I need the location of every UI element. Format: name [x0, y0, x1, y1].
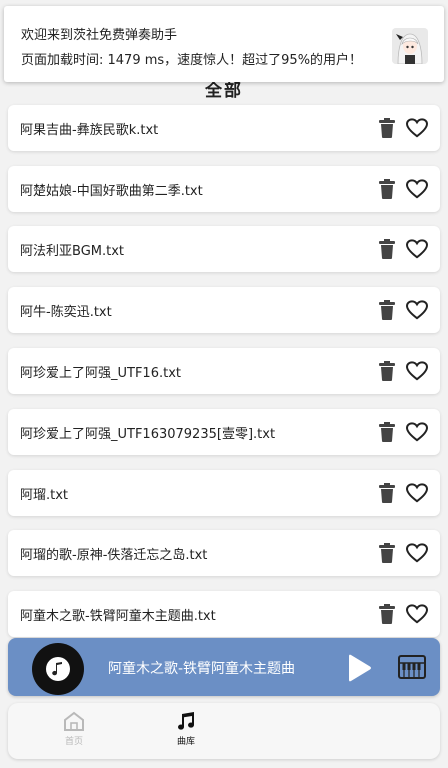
- tab-library[interactable]: 曲库: [156, 711, 216, 747]
- song-item[interactable]: 阿童木之歌-铁臂阿童木主题曲.txt: [8, 591, 440, 637]
- song-title: 阿法利亚BGM.txt: [20, 244, 125, 259]
- song-item[interactable]: 阿珍爱上了阿强_UTF16.txt: [8, 348, 440, 394]
- trash-icon[interactable]: [378, 118, 396, 138]
- music-note-icon: [52, 662, 62, 676]
- song-item[interactable]: 阿瑠.txt: [8, 470, 440, 516]
- tab-home[interactable]: 首页: [44, 711, 104, 747]
- trash-icon[interactable]: [378, 483, 396, 503]
- trash-icon[interactable]: [378, 543, 396, 563]
- trash-icon[interactable]: [378, 604, 396, 624]
- notification-message: 页面加载时间: 1479 ms，速度惊人！超过了95%的用户！: [21, 53, 363, 68]
- heart-icon[interactable]: [406, 543, 428, 563]
- piano-keyboard-icon[interactable]: [398, 655, 426, 679]
- tab-home-label: 首页: [64, 737, 83, 747]
- song-item[interactable]: 阿瑠的歌-原神-佚落迁忘之岛.txt: [8, 530, 440, 576]
- trash-icon[interactable]: [378, 300, 396, 320]
- trash-icon[interactable]: [378, 239, 396, 259]
- song-title: 阿珍爱上了阿强_UTF16.txt: [20, 366, 181, 381]
- heart-icon[interactable]: [406, 361, 428, 381]
- now-playing-title: 阿童木之歌-铁臂阿童木主题曲: [108, 661, 296, 677]
- song-item[interactable]: 阿珍爱上了阿强_UTF163079235[壹零].txt: [8, 409, 440, 455]
- heart-icon[interactable]: [406, 179, 428, 199]
- notification-title: 欢迎来到茨社免费弹奏助手: [21, 28, 178, 43]
- song-title: 阿童木之歌-铁臂阿童木主题曲.txt: [20, 609, 216, 624]
- song-item[interactable]: 阿果吉曲-彝族民歌k.txt: [8, 105, 440, 151]
- song-title: 阿珍爱上了阿强_UTF163079235[壹零].txt: [20, 427, 276, 442]
- song-title: 阿牛-陈奕迅.txt: [20, 305, 112, 320]
- trash-icon[interactable]: [378, 361, 396, 381]
- now-playing-bar[interactable]: 阿童木之歌-铁臂阿童木主题曲: [8, 638, 440, 696]
- heart-icon[interactable]: [406, 422, 428, 442]
- trash-icon[interactable]: [378, 179, 396, 199]
- notification[interactable]: 欢迎来到茨社免费弹奏助手 页面加载时间: 1479 ms，速度惊人！超过了95%…: [4, 6, 444, 82]
- home-icon: [64, 711, 84, 731]
- heart-icon[interactable]: [406, 604, 428, 624]
- heart-icon[interactable]: [406, 239, 428, 259]
- song-title: 阿瑠.txt: [20, 488, 69, 503]
- song-title: 阿瑠的歌-原神-佚落迁忘之岛.txt: [20, 548, 208, 563]
- anime-avatar-icon: [392, 28, 428, 64]
- song-title: 阿果吉曲-彝族民歌k.txt: [20, 123, 159, 138]
- tab-library-label: 曲库: [176, 737, 195, 747]
- heart-icon[interactable]: [406, 483, 428, 503]
- heart-icon[interactable]: [406, 118, 428, 138]
- heart-icon[interactable]: [406, 300, 428, 320]
- bottom-tab-bar: 首页 曲库: [8, 703, 440, 759]
- avatar: [392, 28, 428, 64]
- song-item[interactable]: 阿楚姑娘-中国好歌曲第二季.txt: [8, 166, 440, 212]
- trash-icon[interactable]: [378, 422, 396, 442]
- play-icon[interactable]: [346, 654, 372, 682]
- song-title: 阿楚姑娘-中国好歌曲第二季.txt: [20, 184, 203, 199]
- song-item[interactable]: 阿法利亚BGM.txt: [8, 226, 440, 272]
- music-notes-icon: [178, 712, 195, 730]
- song-item[interactable]: 阿牛-陈奕迅.txt: [8, 287, 440, 333]
- album-disc[interactable]: [32, 643, 84, 695]
